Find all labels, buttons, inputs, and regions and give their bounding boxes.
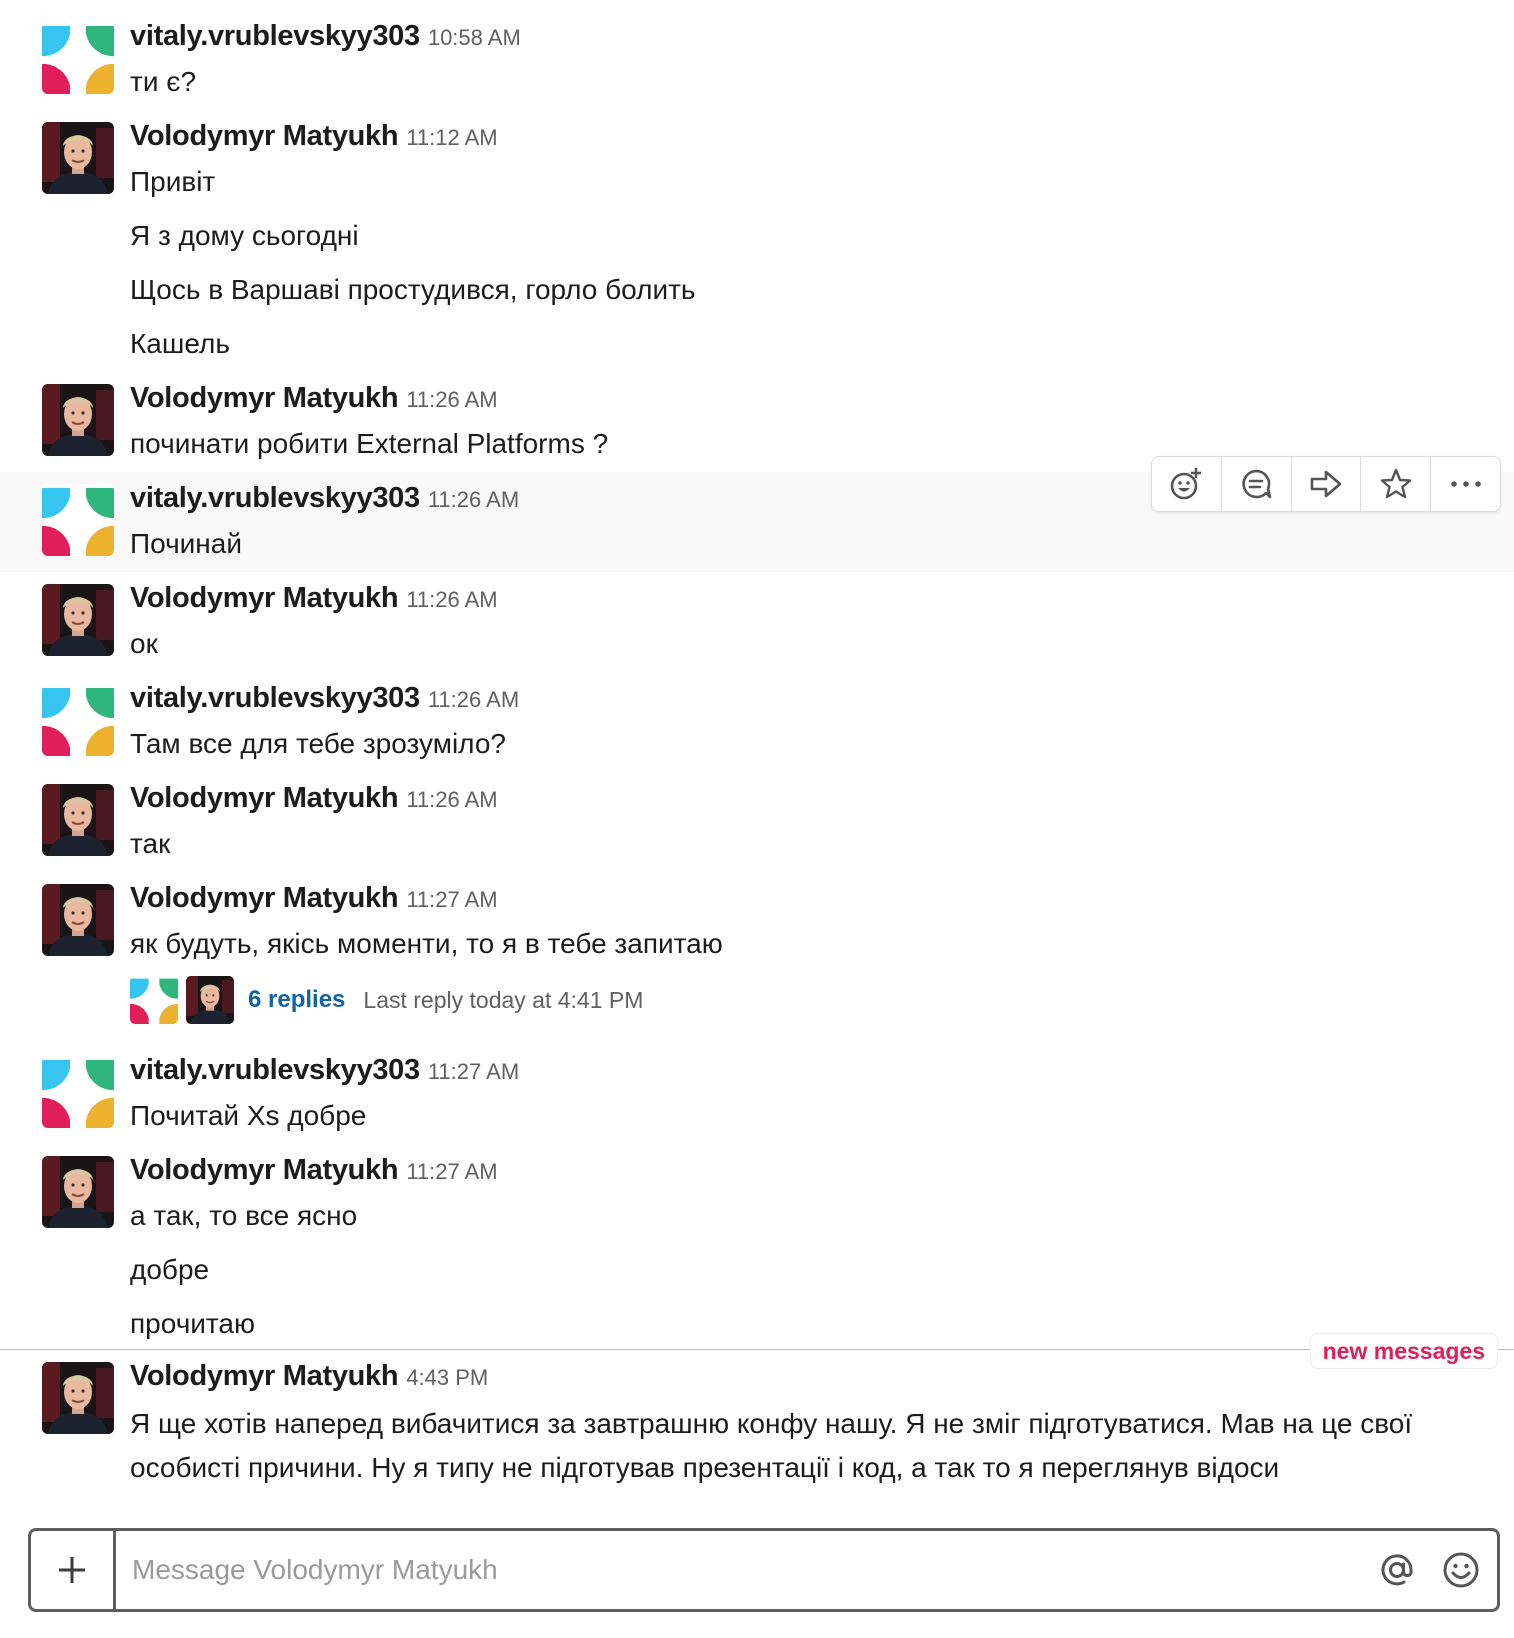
message-timestamp[interactable]: 11:12 AM: [406, 125, 497, 150]
message-timestamp[interactable]: 11:26 AM: [406, 787, 497, 812]
message-timestamp[interactable]: 11:27 AM: [428, 1059, 519, 1084]
message-author[interactable]: Volodymyr Matyukh 11:27 AM: [130, 882, 498, 915]
add-reaction-button[interactable]: [1152, 457, 1222, 511]
reply-thread-icon: [1242, 469, 1272, 499]
message: vitaly.vrublevskyy303 11:27 AM Почитай Xs…: [0, 1044, 1514, 1144]
author-name[interactable]: Volodymyr Matyukh: [130, 1360, 399, 1392]
author-name[interactable]: Volodymyr Matyukh: [130, 882, 399, 914]
avatar[interactable]: [42, 784, 114, 856]
avatar[interactable]: [42, 122, 114, 194]
attach-button[interactable]: [31, 1531, 116, 1609]
message-input[interactable]: [116, 1530, 1369, 1610]
thread-last-reply: Last reply today at 4:41 PM: [363, 986, 644, 1013]
message-timestamp[interactable]: 11:26 AM: [428, 487, 519, 512]
share-message-button[interactable]: [1292, 457, 1362, 511]
author-name[interactable]: Volodymyr Matyukh: [130, 382, 399, 414]
author-name[interactable]: Volodymyr Matyukh: [130, 582, 399, 614]
message-text: прочитаю: [130, 1308, 256, 1339]
author-name[interactable]: vitaly.vrublevskyy303: [130, 482, 420, 514]
message-text: Там все для тебе зрозуміло?: [130, 728, 506, 759]
message-author[interactable]: Volodymyr Matyukh 11:12 AM: [130, 120, 498, 153]
author-name[interactable]: Volodymyr Matyukh: [130, 1154, 399, 1186]
message-timestamp[interactable]: 11:26 AM: [406, 587, 497, 612]
message-actions-toolbar: [1151, 456, 1501, 512]
avatar[interactable]: [42, 22, 114, 94]
message-author[interactable]: Volodymyr Matyukh 11:27 AM: [130, 1154, 498, 1187]
message-composer: [28, 1528, 1500, 1612]
message: Volodymyr Matyukh 11:27 AM як будуть, які…: [0, 872, 1514, 972]
thread-participant-avatar: [186, 976, 234, 1024]
message-timestamp[interactable]: 11:26 AM: [428, 687, 519, 712]
message-author[interactable]: Volodymyr Matyukh 11:26 AM: [130, 782, 498, 815]
thread-replies-link[interactable]: 6 replies: [248, 986, 345, 1014]
message-author[interactable]: Volodymyr Matyukh 4:43 PM: [130, 1360, 488, 1393]
message: Volodymyr Matyukh 11:27 AM а так, то все …: [0, 1144, 1514, 1344]
message: Volodymyr Matyukh 4:43 PM Я ще хотів напе…: [0, 1352, 1514, 1502]
save-message-button[interactable]: [1361, 457, 1432, 511]
message-author[interactable]: vitaly.vrublevskyy303 11:27 AM: [130, 1054, 519, 1087]
avatar[interactable]: [42, 884, 114, 956]
message-text: Починай: [130, 528, 242, 559]
message-author[interactable]: vitaly.vrublevskyy303 10:58 AM: [130, 20, 521, 53]
message-text: починати робити External Platforms ?: [130, 428, 609, 459]
message-author[interactable]: vitaly.vrublevskyy303 11:26 AM: [130, 482, 519, 515]
avatar[interactable]: [42, 584, 114, 656]
avatar[interactable]: [42, 1056, 114, 1128]
message-text: Кашель: [130, 328, 230, 359]
message-text: Привіт: [130, 166, 216, 197]
plus-icon: [59, 1557, 85, 1583]
add-reaction-icon: [1171, 468, 1202, 500]
author-name[interactable]: Volodymyr Matyukh: [130, 120, 399, 152]
message-text: як будуть, якісь моменти, то я в тебе за…: [130, 928, 723, 959]
message-timestamp[interactable]: 11:27 AM: [406, 1159, 497, 1184]
mention-button[interactable]: [1369, 1542, 1425, 1598]
author-name[interactable]: vitaly.vrublevskyy303: [130, 1054, 420, 1086]
emoji-icon: [1443, 1552, 1479, 1588]
avatar[interactable]: [42, 684, 114, 756]
new-messages-divider: [0, 1349, 1514, 1350]
emoji-button[interactable]: [1433, 1542, 1489, 1598]
author-name[interactable]: vitaly.vrublevskyy303: [130, 682, 420, 714]
author-name[interactable]: Volodymyr Matyukh: [130, 782, 399, 814]
message-text: Щось в Варшаві простудився, горло болить: [130, 274, 696, 305]
message-text: так: [130, 828, 171, 859]
thread-summary[interactable]: 6 replies Last reply today at 4:41 PM: [130, 976, 643, 1024]
more-actions-button[interactable]: [1431, 457, 1500, 511]
message-text: ти є?: [130, 66, 197, 97]
message: Volodymyr Matyukh 11:26 AM ок: [0, 572, 1514, 672]
reply-thread-button[interactable]: [1222, 457, 1292, 511]
message-author[interactable]: Volodymyr Matyukh 11:26 AM: [130, 382, 498, 415]
thread-participant-avatar: [130, 976, 178, 1024]
more-actions-icon: [1450, 481, 1481, 487]
message: vitaly.vrublevskyy303 11:26 AM Там все дл…: [0, 672, 1514, 772]
share-icon: [1310, 470, 1342, 498]
message-author[interactable]: Volodymyr Matyukh 11:26 AM: [130, 582, 498, 615]
message-text: Почитай Xs добре: [130, 1100, 367, 1131]
avatar[interactable]: [42, 484, 114, 556]
avatar[interactable]: [42, 1156, 114, 1228]
avatar[interactable]: [42, 1362, 114, 1434]
star-icon: [1380, 468, 1411, 499]
message-timestamp[interactable]: 4:43 PM: [406, 1365, 488, 1390]
message-text: Я з дому сьогодні: [130, 220, 359, 251]
message-timestamp[interactable]: 11:26 AM: [406, 387, 497, 412]
message: Volodymyr Matyukh 11:26 AM так: [0, 772, 1514, 872]
message: Volodymyr Matyukh 11:12 AM Привіт Я з дом…: [0, 108, 1514, 378]
message-text: ок: [130, 628, 158, 659]
message-timestamp[interactable]: 11:27 AM: [406, 887, 497, 912]
message-text: добре: [130, 1254, 210, 1285]
avatar[interactable]: [42, 384, 114, 456]
author-name[interactable]: vitaly.vrublevskyy303: [130, 20, 420, 52]
message-author[interactable]: vitaly.vrublevskyy303 11:26 AM: [130, 682, 519, 715]
message-timestamp[interactable]: 10:58 AM: [428, 25, 521, 50]
message-text: а так, то все ясно: [130, 1200, 358, 1231]
at-mention-icon: [1381, 1554, 1413, 1586]
message-text: Я ще хотів наперед вибачитися за завтраш…: [130, 1408, 1413, 1483]
message: vitaly.vrublevskyy303 10:58 AM ти є?: [0, 0, 1514, 108]
